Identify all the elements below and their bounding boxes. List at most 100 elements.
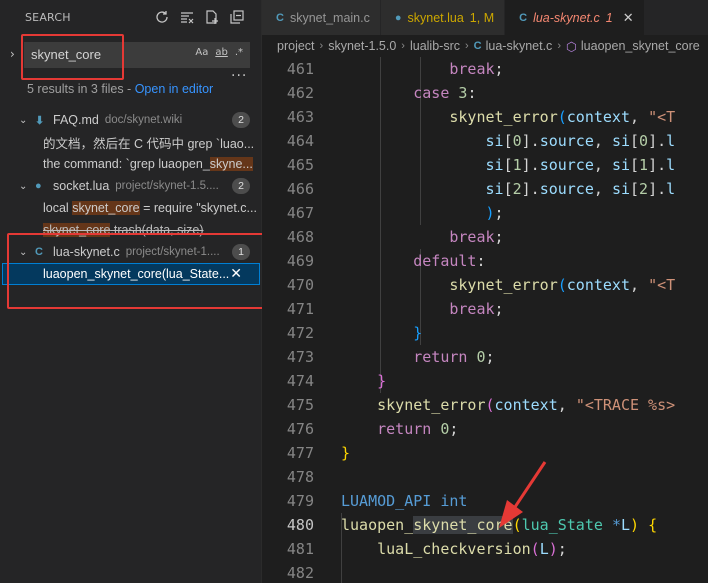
match-text: the command: `grep luaopen_: [43, 157, 210, 171]
refresh-icon[interactable]: [154, 9, 170, 25]
breadcrumb: project › skynet-1.5.0 › lualib-src › C …: [262, 35, 708, 57]
symbol-method-icon: ⬡: [565, 39, 577, 54]
results-count: 5 results in 3 files -: [27, 82, 135, 96]
code-line: return 0;: [377, 420, 459, 438]
code-line: return 0;: [413, 348, 495, 366]
use-regex-toggle[interactable]: .*: [235, 47, 243, 58]
line-number: 470: [286, 276, 314, 294]
result-match[interactable]: the command: `grep luaopen_skyne...: [0, 153, 262, 175]
tab-badge: 1: [605, 10, 613, 25]
line-number: 462: [286, 84, 314, 102]
search-options: Aa ab .*: [195, 47, 243, 58]
line-number: 467: [286, 204, 314, 222]
line-number: 468: [286, 228, 314, 246]
line-number: 481: [286, 540, 314, 558]
breadcrumb-item[interactable]: luaopen_skynet_core: [581, 39, 700, 53]
line-number: 474: [286, 372, 314, 390]
code-editor[interactable]: 461 462 463 464 465 466 467 468 469 470 …: [262, 57, 708, 583]
line-number: 463: [286, 108, 314, 126]
tab-skynet-lua[interactable]: ● skynet.lua 1, M: [380, 0, 506, 35]
code-line: case 3:: [413, 84, 477, 102]
chevron-right-icon: ›: [401, 40, 405, 52]
line-number: 466: [286, 180, 314, 198]
lua-icon: ●: [394, 11, 402, 24]
result-match[interactable]: local skynet_core = require "skynet.c...: [0, 197, 262, 219]
breadcrumb-item[interactable]: skynet-1.5.0: [328, 39, 396, 53]
sidebar-actions: [154, 9, 245, 25]
code-line: skynet_error(context, "<TRACE %s>: [377, 396, 676, 414]
annotation-box-search: [21, 34, 124, 80]
chevron-right-icon: ›: [557, 40, 561, 52]
collapse-all-icon[interactable]: [229, 9, 245, 25]
code-line: luaL_checkversion(L);: [377, 540, 567, 558]
result-file-name: socket.lua: [53, 179, 110, 193]
code-line: si[0].source, si[0].l: [485, 132, 676, 150]
line-numbers: 461 462 463 464 465 466 467 468 469 470 …: [262, 57, 314, 583]
open-in-editor-link[interactable]: Open in editor: [135, 82, 214, 96]
match-count-badge: 2: [232, 112, 250, 128]
result-file-name: FAQ.md: [53, 113, 99, 127]
code-line: }: [377, 372, 387, 390]
line-number: 476: [286, 420, 314, 438]
chevron-down-icon[interactable]: ⌄: [19, 181, 29, 192]
tab-label: skynet.lua: [407, 10, 464, 25]
tab-skynet-main-c[interactable]: C skynet_main.c: [262, 0, 381, 35]
line-number: 473: [286, 348, 314, 366]
match-text: 的文档，然后在 C 代码中 grep `luao...: [43, 136, 255, 151]
match-case-toggle[interactable]: Aa: [195, 47, 208, 58]
tab-label: lua-skynet.c: [533, 10, 600, 25]
code-line: }: [413, 324, 423, 342]
line-number: 461: [286, 60, 314, 78]
line-number: 478: [286, 468, 314, 486]
line-number: 479: [286, 492, 314, 510]
breadcrumb-item[interactable]: project: [277, 39, 315, 53]
line-number: 464: [286, 132, 314, 150]
chevron-right-icon: ›: [319, 40, 324, 52]
line-number: 475: [286, 396, 314, 414]
result-file-faq[interactable]: ⌄ ⬇ FAQ.md doc/skynet.wiki 2: [0, 109, 262, 131]
line-number: 477: [286, 444, 314, 462]
code-line: si[2].source, si[2].l: [485, 180, 676, 198]
line-number: 482: [286, 564, 314, 582]
tab-lua-skynet-c[interactable]: C lua-skynet.c 1 ✕: [505, 0, 645, 35]
chevron-right-icon: ›: [464, 40, 469, 52]
code-line: break;: [449, 228, 504, 246]
code-line: si[1].source, si[1].l: [485, 156, 676, 174]
tab-label: skynet_main.c: [289, 10, 370, 25]
editor-tabs: C skynet_main.c ● skynet.lua 1, M C lua-s…: [262, 0, 708, 35]
match-text: = require "skynet.c...: [139, 201, 257, 215]
more-actions-icon[interactable]: ...: [231, 64, 247, 80]
search-sidebar: SEARCH › skynet_core Aa ab .* ... 5 resu…: [0, 0, 268, 583]
result-file-path: project/skynet-1.5....: [115, 180, 219, 192]
code-line: );: [485, 204, 504, 222]
c-file-icon: C: [519, 11, 528, 24]
match-whole-word-toggle[interactable]: ab: [215, 47, 227, 58]
code-line: skynet_error(context, "<T: [449, 276, 676, 294]
result-file-path: doc/skynet.wiki: [104, 114, 183, 126]
line-number: 471: [286, 300, 314, 318]
result-file-socket-lua[interactable]: ⌄ ● socket.lua project/skynet-1.5.... 2: [0, 175, 262, 197]
breadcrumb-item[interactable]: lua-skynet.c: [486, 39, 553, 53]
breadcrumb-item[interactable]: lualib-src: [410, 39, 460, 53]
code-line: skynet_error(context, "<T: [449, 108, 676, 126]
c-file-icon: C: [276, 11, 284, 24]
code-line: default:: [413, 252, 486, 270]
clear-results-icon[interactable]: [179, 9, 195, 25]
line-number: 469: [286, 252, 314, 270]
annotation-arrow-icon: [499, 461, 547, 528]
tab-badge: 1, M: [469, 10, 495, 25]
results-summary: 5 results in 3 files - Open in editor: [27, 82, 213, 96]
annotation-box-result: [7, 233, 268, 309]
line-number: 465: [286, 156, 314, 174]
line-number: 472: [286, 324, 314, 342]
chevron-down-icon[interactable]: ⌄: [19, 115, 29, 126]
lua-icon: ●: [35, 180, 42, 192]
new-search-editor-icon[interactable]: [204, 9, 220, 25]
close-tab-icon[interactable]: ✕: [623, 10, 634, 26]
chevron-right-icon[interactable]: ›: [10, 47, 20, 61]
result-match[interactable]: 的文档，然后在 C 代码中 grep `luao...: [0, 131, 262, 153]
markdown-icon: ⬇: [35, 114, 45, 127]
code-line: break;: [449, 300, 504, 318]
match-count-badge: 2: [232, 178, 250, 194]
